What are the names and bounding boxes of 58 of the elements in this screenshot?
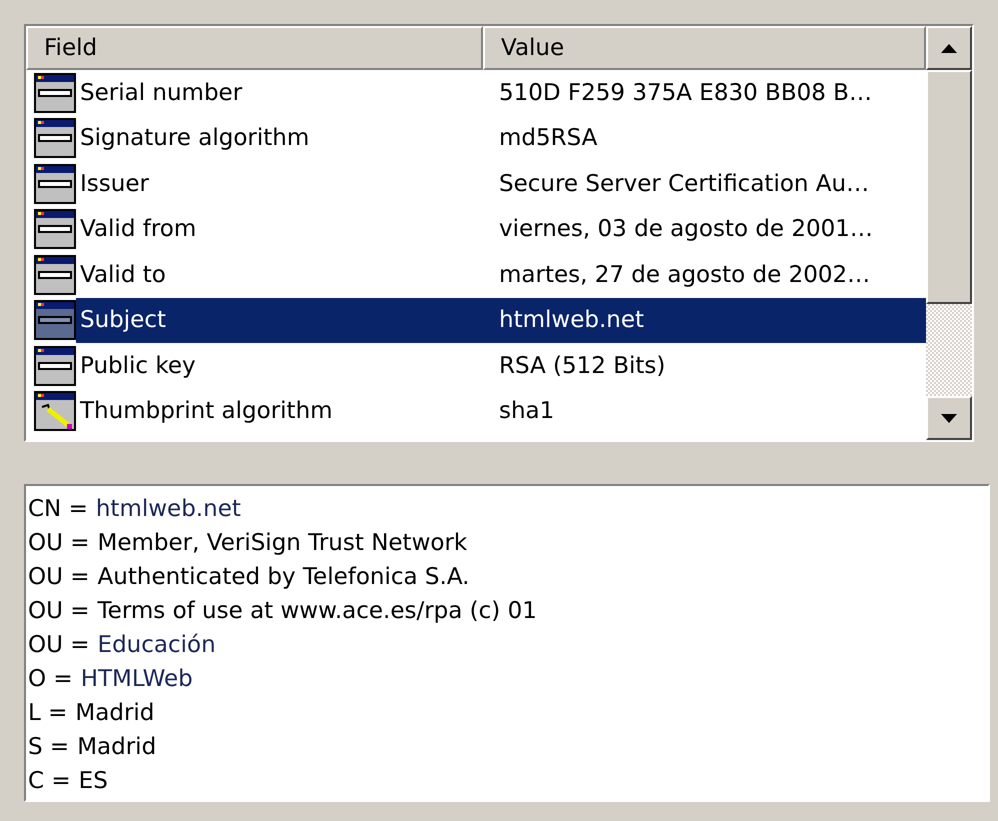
detail-value: Terms of use at www.ace.es/rpa (c) 01 (98, 596, 537, 626)
field-name: Thumbprint algorithm (80, 397, 333, 426)
detail-key: CN = (28, 492, 88, 526)
vertical-scrollbar[interactable] (926, 26, 972, 440)
list-row[interactable]: Valid from viernes, 03 de agosto de 2001… (26, 206, 926, 252)
field-value: sha1 (499, 397, 554, 426)
window-icon (34, 300, 76, 340)
field-value: md5RSA (499, 124, 598, 153)
detail-value: Madrid (75, 698, 154, 728)
list-row[interactable]: Issuer Secure Server Certification Au… (26, 161, 926, 206)
field-name: Serial number (80, 78, 242, 108)
detail-value: htmlweb.net (96, 494, 241, 524)
detail-value: HTMLWeb (80, 664, 193, 694)
window-icon (34, 209, 76, 250)
list-row[interactable]: Subject htmlweb.net (26, 298, 926, 343)
field-value: viernes, 03 de agosto de 2001… (499, 215, 873, 244)
list-row[interactable]: Thumbprint algorithm sha1 (26, 388, 926, 434)
field-name: Signature algorithm (80, 124, 310, 153)
pencil-window-icon (34, 391, 76, 432)
window-icon (34, 118, 76, 158)
window-icon (34, 254, 76, 295)
detail-key: S = (28, 730, 70, 764)
detail-key: L = (28, 696, 68, 730)
detail-key: OU = (28, 560, 90, 594)
scroll-thumb[interactable] (926, 70, 972, 304)
field-name: Public key (80, 352, 196, 380)
window-icon (34, 346, 76, 386)
column-header[interactable]: Field (26, 26, 483, 70)
detail-value: Educación (98, 630, 216, 660)
field-value: martes, 27 de agosto de 2002… (499, 260, 870, 290)
detail-value: Madrid (77, 732, 156, 762)
column-header[interactable]: Value (483, 26, 926, 70)
field-name: Valid to (80, 260, 166, 290)
detail-value: Authenticated by Telefonica S.A. (98, 562, 470, 592)
detail-key: OU = (28, 628, 90, 662)
field-name: Subject (80, 306, 166, 335)
field-value: htmlweb.net (499, 306, 644, 335)
window-icon (34, 164, 76, 204)
detail-value: ES (78, 766, 108, 796)
up-arrow-icon (941, 44, 957, 52)
detail-key: C = (28, 764, 71, 798)
list-row[interactable]: Serial number 510D F259 375A E830 BB08 B… (26, 70, 926, 116)
field-value: 510D F259 375A E830 BB08 B… (499, 78, 872, 108)
window-icon (34, 72, 76, 113)
detail-key: OU = (28, 526, 90, 560)
field-value: RSA (512 Bits) (499, 352, 666, 380)
field-value: Secure Server Certification Au… (499, 170, 870, 198)
field-name: Valid from (80, 215, 196, 244)
detail-key: O = (28, 662, 73, 696)
field-name: Issuer (80, 170, 149, 198)
detail-key: OU = (28, 594, 90, 628)
scroll-down-button[interactable] (926, 396, 972, 440)
list-row[interactable]: Signature algorithm md5RSA (26, 116, 926, 161)
scroll-up-button[interactable] (926, 26, 972, 70)
list-row[interactable]: Valid to martes, 27 de agosto de 2002… (26, 252, 926, 298)
list-row[interactable]: Public key RSA (512 Bits) (26, 343, 926, 388)
detail-value: Member, VeriSign Trust Network (98, 528, 468, 558)
down-arrow-icon (941, 414, 957, 422)
